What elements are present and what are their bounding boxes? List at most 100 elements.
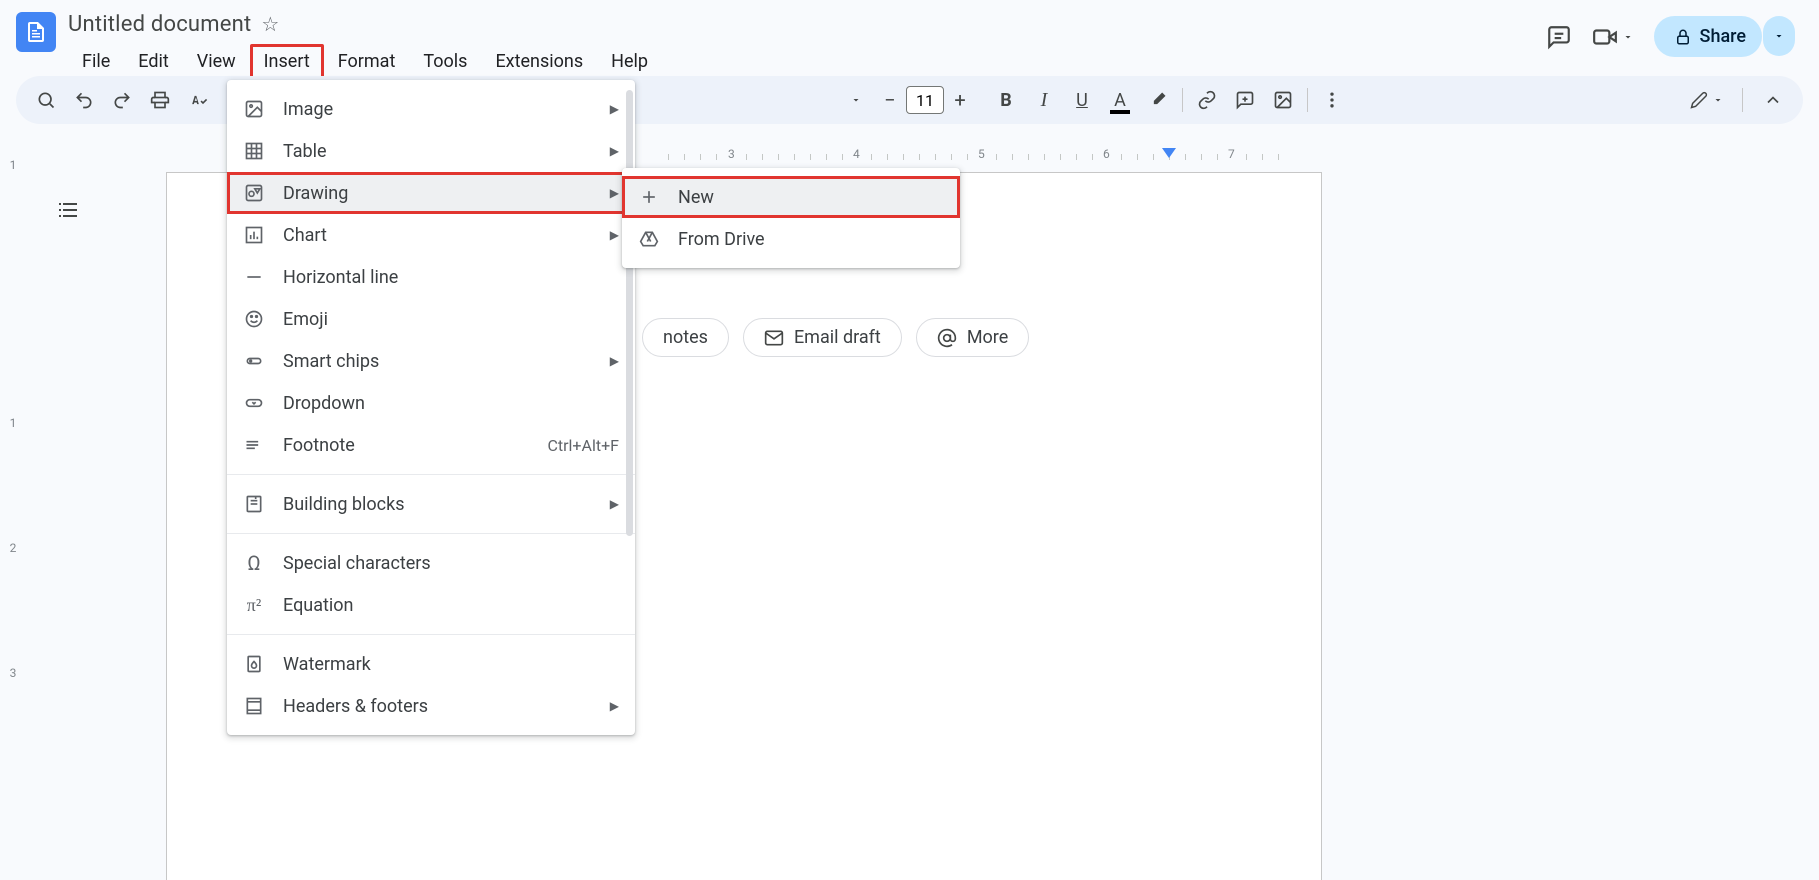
menu-divider (227, 634, 635, 635)
hruler-label: 4 (853, 147, 860, 161)
menu-view[interactable]: View (183, 44, 250, 79)
font-size-input[interactable] (906, 86, 944, 114)
zoom-dropdown[interactable] (838, 82, 874, 118)
plus-icon (638, 187, 660, 207)
star-icon[interactable]: ☆ (261, 12, 279, 36)
menu-item-table[interactable]: Table ▶ (227, 130, 635, 172)
highlight-color-button[interactable] (1140, 82, 1176, 118)
emoji-icon (243, 309, 265, 329)
more-toolbar-button[interactable] (1314, 82, 1350, 118)
menu-item-chart[interactable]: Chart ▶ (227, 214, 635, 256)
omega-icon: Ω (243, 551, 265, 575)
hruler-label: 7 (1228, 147, 1235, 161)
print-button[interactable] (142, 82, 178, 118)
right-indent-marker[interactable] (1162, 148, 1176, 160)
hruler-label: 5 (978, 147, 985, 161)
chip-more[interactable]: More (916, 318, 1029, 357)
insert-menu-dropdown: Image ▶ Table ▶ Drawing ▶ Chart ▶ Horizo… (227, 80, 635, 735)
title-area: Untitled document ☆ File Edit View Inser… (68, 8, 1546, 79)
insert-link-button[interactable] (1189, 82, 1225, 118)
toolbar-separator (1182, 88, 1183, 112)
header-actions: Share (1546, 16, 1803, 57)
share-dropdown-button[interactable] (1763, 16, 1795, 56)
menu-edit[interactable]: Edit (124, 44, 182, 79)
submenu-arrow-icon: ▶ (610, 102, 619, 116)
menu-help[interactable]: Help (597, 44, 662, 79)
toolbar-separator (1742, 88, 1743, 112)
submenu-arrow-icon: ▶ (610, 497, 619, 511)
submenu-item-from-drive[interactable]: From Drive (622, 218, 960, 260)
add-comment-button[interactable] (1227, 82, 1263, 118)
vruler-label: 1 (0, 416, 26, 430)
menu-item-building-blocks[interactable]: Building blocks ▶ (227, 483, 635, 525)
text-color-button[interactable]: A (1102, 82, 1138, 118)
menu-item-drawing[interactable]: Drawing ▶ (227, 172, 635, 214)
dropdown-chip-icon (243, 393, 265, 413)
vertical-ruler: 1 1 2 3 (0, 146, 26, 880)
menu-divider (227, 474, 635, 475)
image-icon (243, 99, 265, 119)
docs-logo[interactable] (16, 12, 56, 52)
horizontal-line-icon (243, 267, 265, 287)
editing-mode-button[interactable] (1684, 82, 1730, 118)
chip-email-draft[interactable]: Email draft (743, 318, 902, 357)
menu-item-headers-footers[interactable]: Headers & footers ▶ (227, 685, 635, 727)
menu-insert[interactable]: Insert (250, 44, 324, 79)
menu-item-special-characters[interactable]: Ω Special characters (227, 542, 635, 584)
chevron-down-icon (1622, 31, 1634, 43)
redo-button[interactable] (104, 82, 140, 118)
italic-button[interactable]: I (1026, 82, 1062, 118)
menu-item-emoji[interactable]: Emoji (227, 298, 635, 340)
submenu-arrow-icon: ▶ (610, 186, 619, 200)
menu-item-smart-chips[interactable]: Smart chips ▶ (227, 340, 635, 382)
insert-image-button[interactable] (1265, 82, 1301, 118)
menu-item-equation[interactable]: π² Equation (227, 584, 635, 626)
at-icon (937, 328, 957, 348)
header: Untitled document ☆ File Edit View Inser… (0, 0, 1819, 76)
submenu-arrow-icon: ▶ (610, 144, 619, 158)
chart-icon (243, 225, 265, 245)
submenu-item-new[interactable]: New (622, 176, 960, 218)
template-chips: notes Email draft More (642, 318, 1029, 357)
collapse-toolbar-button[interactable] (1755, 82, 1791, 118)
email-icon (764, 328, 784, 348)
menubar: File Edit View Insert Format Tools Exten… (68, 44, 1546, 79)
toolbar-separator (1307, 88, 1308, 112)
hruler-label: 3 (728, 147, 735, 161)
spellcheck-button[interactable] (180, 82, 216, 118)
menu-item-image[interactable]: Image ▶ (227, 88, 635, 130)
footnote-shortcut: Ctrl+Alt+F (547, 436, 619, 455)
menu-file[interactable]: File (68, 44, 124, 79)
drive-icon (638, 229, 660, 249)
chevron-down-icon (1773, 30, 1785, 42)
font-size-increase-button[interactable]: + (946, 86, 974, 114)
font-size-decrease-button[interactable]: − (876, 86, 904, 114)
meet-button[interactable] (1592, 24, 1634, 50)
footnote-icon (243, 435, 265, 455)
equation-icon: π² (243, 595, 265, 616)
menu-item-dropdown[interactable]: Dropdown (227, 382, 635, 424)
submenu-arrow-icon: ▶ (610, 699, 619, 713)
vruler-label: 2 (0, 541, 26, 555)
comment-history-button[interactable] (1546, 24, 1572, 50)
chip-meeting-notes-partial[interactable]: notes (642, 318, 729, 357)
menu-format[interactable]: Format (324, 44, 410, 79)
table-icon (243, 141, 265, 161)
undo-button[interactable] (66, 82, 102, 118)
drawing-icon (243, 183, 265, 203)
menu-item-horizontal-line[interactable]: Horizontal line (227, 256, 635, 298)
lock-icon (1674, 28, 1692, 46)
menu-extensions[interactable]: Extensions (481, 44, 597, 79)
menu-item-footnote[interactable]: Footnote Ctrl+Alt+F (227, 424, 635, 466)
vruler-label: 1 (0, 158, 26, 172)
document-title[interactable]: Untitled document (68, 12, 251, 37)
share-label: Share (1700, 26, 1746, 47)
search-menu-button[interactable] (28, 82, 64, 118)
headers-footers-icon (243, 696, 265, 716)
menu-tools[interactable]: Tools (409, 44, 481, 79)
document-outline-button[interactable] (48, 190, 88, 230)
bold-button[interactable]: B (988, 82, 1024, 118)
share-button[interactable]: Share (1654, 16, 1762, 57)
underline-button[interactable]: U (1064, 82, 1100, 118)
menu-item-watermark[interactable]: Watermark (227, 643, 635, 685)
